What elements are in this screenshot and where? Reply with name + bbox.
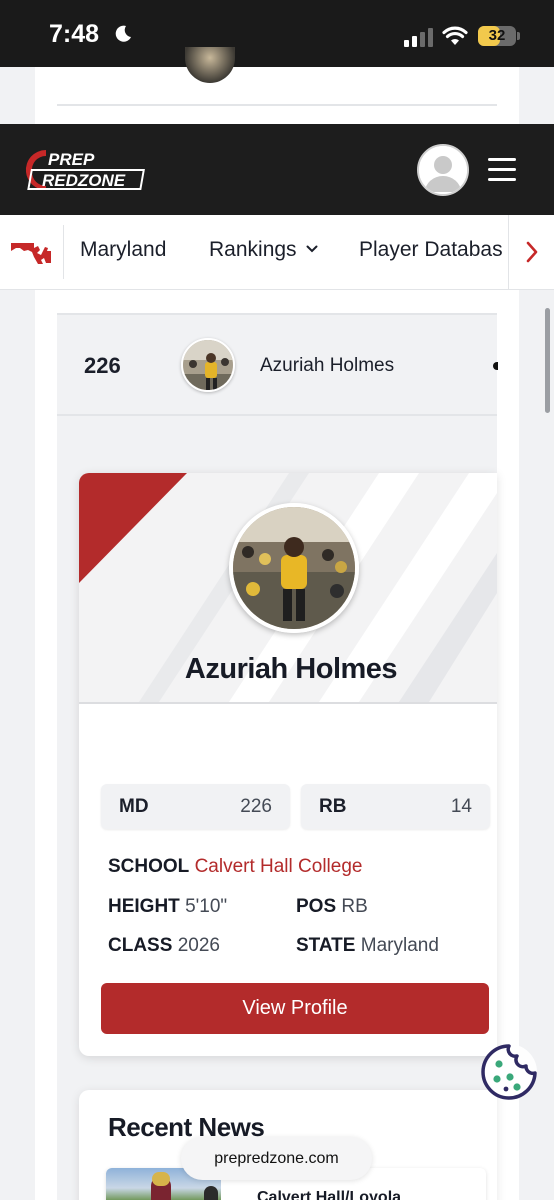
status-bar: 7:48 32	[0, 0, 554, 67]
page-scrollbar[interactable]	[545, 308, 550, 413]
cookie-icon[interactable]	[479, 1042, 539, 1102]
prep-redzone-logo[interactable]: PREP REDZONE	[22, 146, 150, 194]
stat-label: MD	[119, 796, 149, 817]
moon-icon	[115, 25, 131, 42]
stat-value: 14	[450, 796, 472, 817]
ranking-row[interactable]: 226 Azuriah Holmes	[57, 313, 498, 416]
user-avatar-icon	[419, 146, 467, 194]
pos-label: POS	[296, 896, 337, 917]
height-value: 5'10"	[185, 896, 228, 917]
chevron-down-icon	[306, 245, 318, 253]
subnav-scroll-right-button[interactable]	[508, 215, 554, 289]
class-label: CLASS	[108, 935, 173, 956]
height-label: HEIGHT	[108, 896, 180, 917]
browser-url-bar[interactable]: prepredzone.com	[181, 1137, 372, 1180]
card-banner-divider	[79, 702, 497, 704]
logo-text-top: PREP	[48, 150, 95, 169]
stat-value: 226	[240, 796, 272, 817]
chevron-right-icon	[526, 241, 538, 263]
wifi-icon	[442, 26, 468, 45]
state-rank-box: MD 226	[101, 784, 290, 829]
position-rank-box: RB 14	[301, 784, 490, 829]
view-profile-button[interactable]: View Profile	[101, 983, 489, 1034]
height-info: HEIGHT 5'10"	[108, 896, 227, 918]
school-info: SCHOOL Calvert Hall College	[108, 856, 362, 878]
player-card: Azuriah Holmes MD 226 RB 14 SCHOOL Calve…	[79, 473, 497, 1056]
ranking-player-avatar	[181, 338, 235, 392]
battery-tip	[517, 32, 520, 40]
status-time: 7:48	[49, 20, 100, 48]
state-value: Maryland	[360, 935, 439, 956]
subnav-divider	[63, 225, 64, 279]
user-avatar-button[interactable]	[417, 144, 469, 196]
state-subnav: Maryland Rankings Player Databas	[0, 215, 554, 290]
battery-level: 32	[488, 27, 506, 44]
logo-text-bottom: REDZONE	[42, 171, 126, 190]
maryland-state-icon[interactable]	[10, 239, 52, 265]
state-label: STATE	[296, 935, 356, 956]
signal-icon	[404, 28, 433, 47]
divider	[57, 104, 497, 106]
class-value: 2026	[177, 935, 220, 956]
stat-label: RB	[319, 796, 347, 817]
remnant-avatar	[185, 47, 235, 83]
player-photo	[229, 503, 359, 633]
class-info: CLASS 2026	[108, 935, 220, 957]
ranking-row-overflow-indicator	[493, 362, 498, 370]
site-header: PREP REDZONE	[0, 124, 554, 215]
subnav-rankings-label: Rankings	[209, 238, 297, 261]
state-info: STATE Maryland	[296, 935, 439, 957]
subnav-rankings[interactable]: Rankings	[209, 238, 318, 262]
hamburger-menu-icon[interactable]	[488, 158, 518, 182]
subnav-maryland[interactable]: Maryland	[80, 238, 166, 262]
position-info: POS RB	[296, 896, 368, 918]
school-link[interactable]: Calvert Hall College	[195, 856, 363, 877]
news-headline[interactable]: Calvert Hall/Loyola	[257, 1189, 401, 1200]
pos-value: RB	[341, 896, 368, 917]
battery-icon: 32	[478, 26, 516, 46]
ranking-player-name[interactable]: Azuriah Holmes	[260, 355, 394, 377]
ranking-number: 226	[84, 353, 121, 378]
school-label: SCHOOL	[108, 856, 190, 877]
subnav-player-database[interactable]: Player Databas	[359, 238, 503, 262]
player-name: Azuriah Holmes	[184, 653, 398, 685]
scrolled-content-remnant	[35, 47, 519, 124]
